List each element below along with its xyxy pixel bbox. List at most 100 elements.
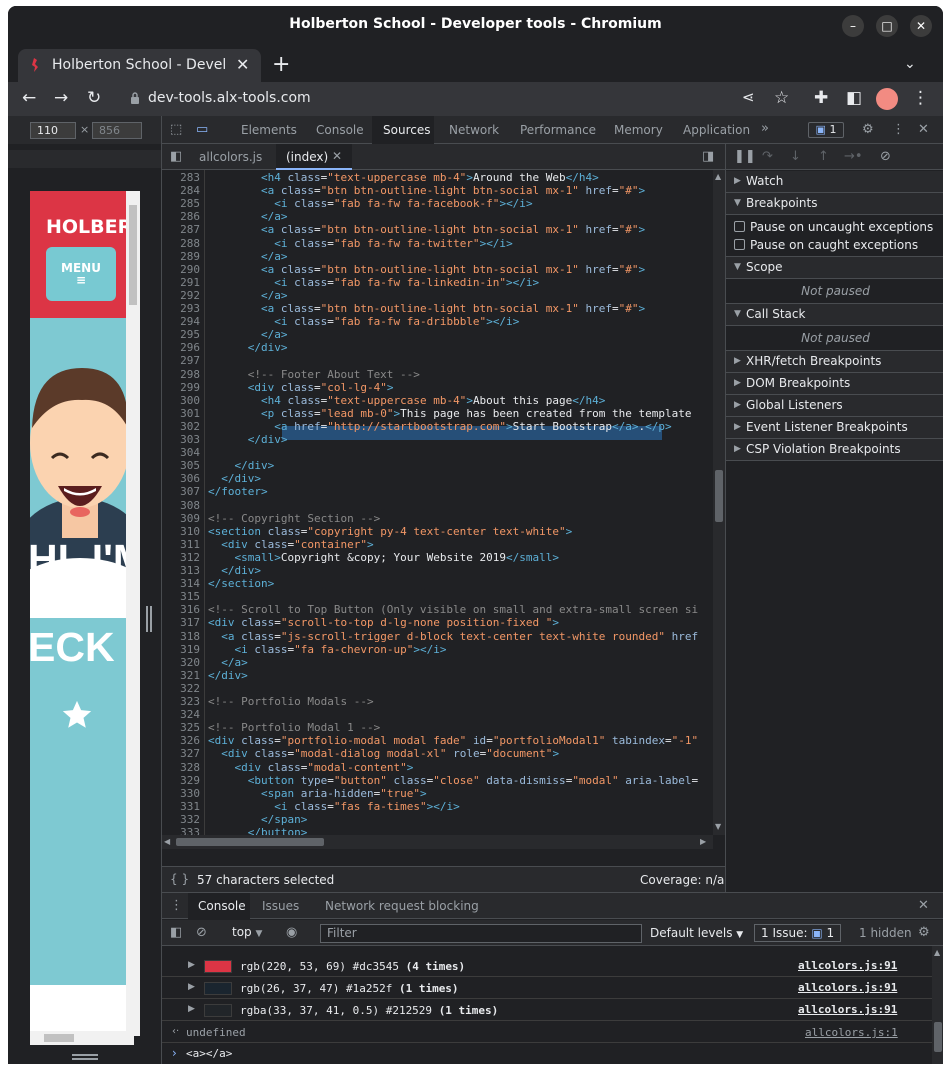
pretty-print-icon[interactable]: { } <box>170 872 189 886</box>
deactivate-breakpoints-icon[interactable]: ⊘ <box>880 149 891 164</box>
code-line[interactable]: <i class="fab fa-fw fa-facebook-f"></i> <box>208 197 532 210</box>
code-line[interactable]: </div> <box>208 459 275 472</box>
code-line[interactable]: <p class="lead mb-0">This page has been … <box>208 407 692 420</box>
code-line[interactable]: <div class="modal-dialog modal-xl" role=… <box>208 747 559 760</box>
code-line[interactable]: <div class="container"> <box>208 538 373 551</box>
code-line[interactable]: <a class="btn btn-outline-light btn-soci… <box>208 184 645 197</box>
code-line[interactable]: <i class="fab fa-fw fa-linkedin-in"></i> <box>208 276 539 289</box>
line-number[interactable]: 301 <box>162 407 200 420</box>
xhr-breakpoints-section[interactable]: ▶ XHR/fetch Breakpoints <box>726 351 943 373</box>
issues-badge[interactable]: ▣ 1 <box>808 122 844 138</box>
code-line[interactable]: <i class="fa fa-chevron-up"></i> <box>208 643 447 656</box>
line-number[interactable]: 295 <box>162 328 200 341</box>
line-number[interactable]: 289 <box>162 250 200 263</box>
line-number[interactable]: 283 <box>162 171 200 184</box>
line-number[interactable]: 304 <box>162 446 200 459</box>
checkbox[interactable] <box>734 239 745 250</box>
tab-memory[interactable]: Memory <box>614 123 663 137</box>
pause-caught-option[interactable]: Pause on caught exceptions <box>734 238 918 252</box>
code-line[interactable]: </a> <box>208 289 288 302</box>
line-number[interactable]: 293 <box>162 302 200 315</box>
line-number[interactable]: 326 <box>162 734 200 747</box>
device-width-input[interactable]: 110 <box>30 122 76 139</box>
code-line[interactable]: <section class="copyright py-4 text-cent… <box>208 525 572 538</box>
code-line[interactable]: <!-- Footer About Text --> <box>208 368 420 381</box>
more-tabs-icon[interactable]: » <box>761 121 769 136</box>
line-number[interactable]: 303 <box>162 433 200 446</box>
code-line[interactable]: </a> <box>208 328 288 341</box>
code-line[interactable]: <div class="modal-content"> <box>208 761 414 774</box>
extensions-icon[interactable]: ✚ <box>814 88 828 108</box>
line-number[interactable]: 302 <box>162 420 200 433</box>
scroll-down-icon[interactable]: ▼ <box>715 822 721 831</box>
line-number[interactable]: 317 <box>162 616 200 629</box>
tab-performance[interactable]: Performance <box>520 123 596 137</box>
tab-application[interactable]: Application <box>683 123 750 137</box>
line-number[interactable]: 310 <box>162 525 200 538</box>
line-number[interactable]: 320 <box>162 656 200 669</box>
code-line[interactable]: <a class="btn btn-outline-light btn-soci… <box>208 302 645 315</box>
console-input[interactable]: <a></a> <box>186 1047 232 1060</box>
code-vscroll-thumb[interactable] <box>715 470 723 522</box>
code-line[interactable]: <!-- Copyright Section --> <box>208 512 380 525</box>
code-line[interactable]: <a class="btn btn-outline-light btn-soci… <box>208 263 645 276</box>
device-bottom-handle[interactable] <box>72 1054 98 1060</box>
profile-avatar[interactable] <box>876 88 898 110</box>
console-prompt[interactable]: › <a></a> <box>162 1043 932 1064</box>
line-number[interactable]: 290 <box>162 263 200 276</box>
maximize-button[interactable]: □ <box>876 15 898 37</box>
code-line[interactable]: <!-- Portfolio Modals --> <box>208 695 374 708</box>
new-tab-icon[interactable]: + <box>272 52 290 77</box>
close-devtools-icon[interactable]: ✕ <box>918 122 929 137</box>
browser-tab[interactable]: Holberton School - Develo ✕ <box>18 49 261 82</box>
line-number[interactable]: 313 <box>162 564 200 577</box>
page-hscroll-thumb[interactable] <box>44 1034 74 1042</box>
code-line[interactable]: </a> <box>208 210 288 223</box>
console-scroll-thumb[interactable] <box>934 1022 942 1052</box>
line-number[interactable]: 330 <box>162 787 200 800</box>
line-number[interactable]: 291 <box>162 276 200 289</box>
line-number[interactable]: 327 <box>162 747 200 760</box>
tab-close-icon[interactable]: ✕ <box>236 55 249 74</box>
console-filter-input[interactable]: Filter <box>320 924 642 943</box>
line-number[interactable]: 305 <box>162 459 200 472</box>
tab-sources[interactable]: Sources <box>383 123 430 137</box>
code-line[interactable]: <a class="btn btn-outline-light btn-soci… <box>208 223 645 236</box>
code-line[interactable]: </a> <box>208 250 288 263</box>
step-over-icon[interactable]: ↷ <box>762 149 773 164</box>
line-number[interactable]: 321 <box>162 669 200 682</box>
step-icon[interactable]: →• <box>844 149 863 164</box>
browser-menu-icon[interactable]: ⋮ <box>912 88 929 108</box>
code-line[interactable]: <!-- Portfolio Modal 1 --> <box>208 721 380 734</box>
code-editor[interactable]: 283 <h4 class="text-uppercase mb-4">Arou… <box>162 170 725 835</box>
console-row[interactable]: ▶ rgb(26, 37, 47) #1a252f (1 times) allc… <box>162 978 932 999</box>
code-line[interactable]: <h4 class="text-uppercase mb-4">About th… <box>208 394 605 407</box>
code-line[interactable]: <small>Copyright &copy; Your Website 201… <box>208 551 560 564</box>
line-number[interactable]: 314 <box>162 577 200 590</box>
code-line[interactable]: <i class="fas fa-times"></i> <box>208 800 459 813</box>
close-file-tab-icon[interactable]: ✕ <box>332 149 342 163</box>
csp-breakpoints-section[interactable]: ▶ CSP Violation Breakpoints <box>726 439 943 461</box>
code-line[interactable]: </footer> <box>208 485 268 498</box>
code-horizontal-scrollbar[interactable]: ◀ ▶ <box>162 835 713 849</box>
code-line[interactable]: <div class="scroll-to-top d-lg-none posi… <box>208 616 559 629</box>
devtools-menu-icon[interactable]: ⋮ <box>892 122 905 137</box>
line-number[interactable]: 312 <box>162 551 200 564</box>
line-number[interactable]: 325 <box>162 721 200 734</box>
scroll-left-icon[interactable]: ◀ <box>164 837 170 846</box>
tab-elements[interactable]: Elements <box>241 123 297 137</box>
file-tab-index[interactable]: (index) ✕ <box>276 144 352 170</box>
code-line[interactable]: </section> <box>208 577 274 590</box>
device-resize-handle[interactable] <box>146 606 152 632</box>
line-number[interactable]: 287 <box>162 223 200 236</box>
scope-section[interactable]: ▼ Scope <box>726 257 943 279</box>
file-tab-allcolors[interactable]: allcolors.js <box>199 150 262 164</box>
expand-arrow-icon[interactable]: ▶ <box>188 982 195 992</box>
source-link[interactable]: allcolors.js:91 <box>798 959 897 972</box>
page-scrollbar-thumb[interactable] <box>129 205 137 305</box>
code-line[interactable]: </div> <box>208 564 261 577</box>
global-listeners-section[interactable]: ▶ Global Listeners <box>726 395 943 417</box>
console-row[interactable]: ▶ rgba(33, 37, 41, 0.5) #212529 (1 times… <box>162 1000 932 1021</box>
line-number[interactable]: 309 <box>162 512 200 525</box>
clear-console-icon[interactable]: ⊘ <box>196 925 207 940</box>
